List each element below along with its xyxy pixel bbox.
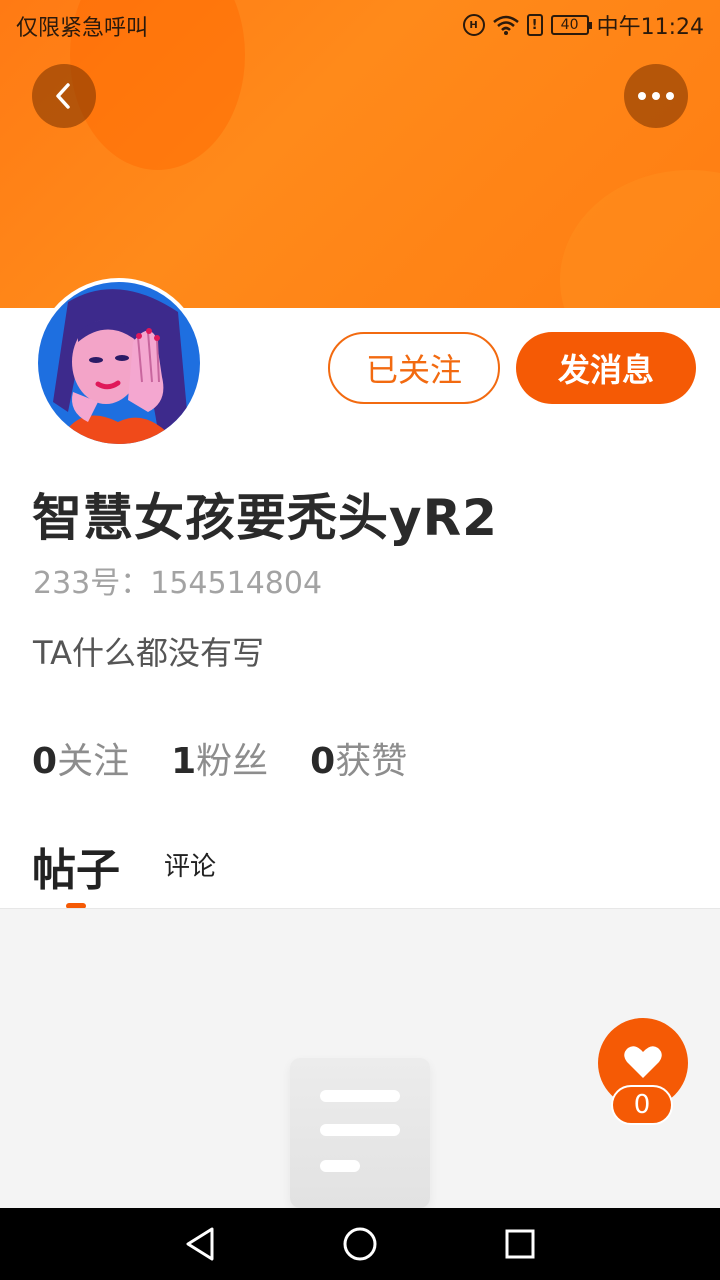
tab-posts[interactable]: 帖子	[32, 834, 120, 898]
user-bio: TA什么都没有写	[33, 634, 264, 672]
stat-followers[interactable]: 1粉丝	[171, 732, 268, 784]
battery-icon: 40	[550, 15, 592, 35]
sim-alert-icon: !	[526, 14, 543, 36]
nav-back-icon[interactable]	[184, 1226, 216, 1262]
stat-followers-label: 粉丝	[196, 741, 269, 782]
more-options-button[interactable]	[624, 64, 688, 128]
stat-likes-count: 0	[310, 741, 336, 782]
battery-level: 40	[560, 17, 579, 33]
stat-following[interactable]: 0关注	[32, 732, 129, 784]
more-dots-icon	[638, 92, 674, 100]
followed-button[interactable]: 已关注	[328, 332, 500, 404]
back-button[interactable]	[32, 64, 96, 128]
system-nav-bar	[0, 1208, 720, 1280]
heart-icon	[624, 1046, 662, 1078]
nav-home-icon[interactable]	[342, 1226, 378, 1262]
status-carrier-text: 仅限紧急呼叫	[16, 16, 149, 41]
chevron-left-icon	[56, 83, 70, 109]
hd-call-icon: H	[462, 14, 485, 36]
avatar[interactable]	[34, 278, 204, 448]
stat-likes[interactable]: 0获赞	[310, 732, 407, 784]
status-time: 中午11:24	[596, 15, 704, 40]
status-bar-right: H ! 40 中午11:24	[462, 9, 704, 41]
tab-comments[interactable]: 评论	[164, 846, 216, 883]
stat-likes-label: 获赞	[335, 741, 408, 782]
empty-document-icon	[290, 1058, 430, 1208]
profile-banner	[0, 0, 720, 308]
profile-stats: 0关注 1粉丝 0获赞	[32, 732, 407, 784]
wifi-icon	[492, 15, 519, 35]
username: 智慧女孩要秃头yR2	[32, 489, 498, 547]
stat-following-label: 关注	[57, 741, 130, 782]
banner-decoration	[560, 170, 720, 308]
nav-recents-icon[interactable]	[504, 1228, 536, 1260]
send-message-button[interactable]: 发消息	[516, 332, 696, 404]
avatar-image	[38, 282, 200, 444]
user-id: 233号：154514804	[33, 566, 323, 601]
stat-following-count: 0	[32, 741, 58, 782]
like-count-badge: 0	[611, 1085, 673, 1125]
stat-followers-count: 1	[171, 741, 197, 782]
